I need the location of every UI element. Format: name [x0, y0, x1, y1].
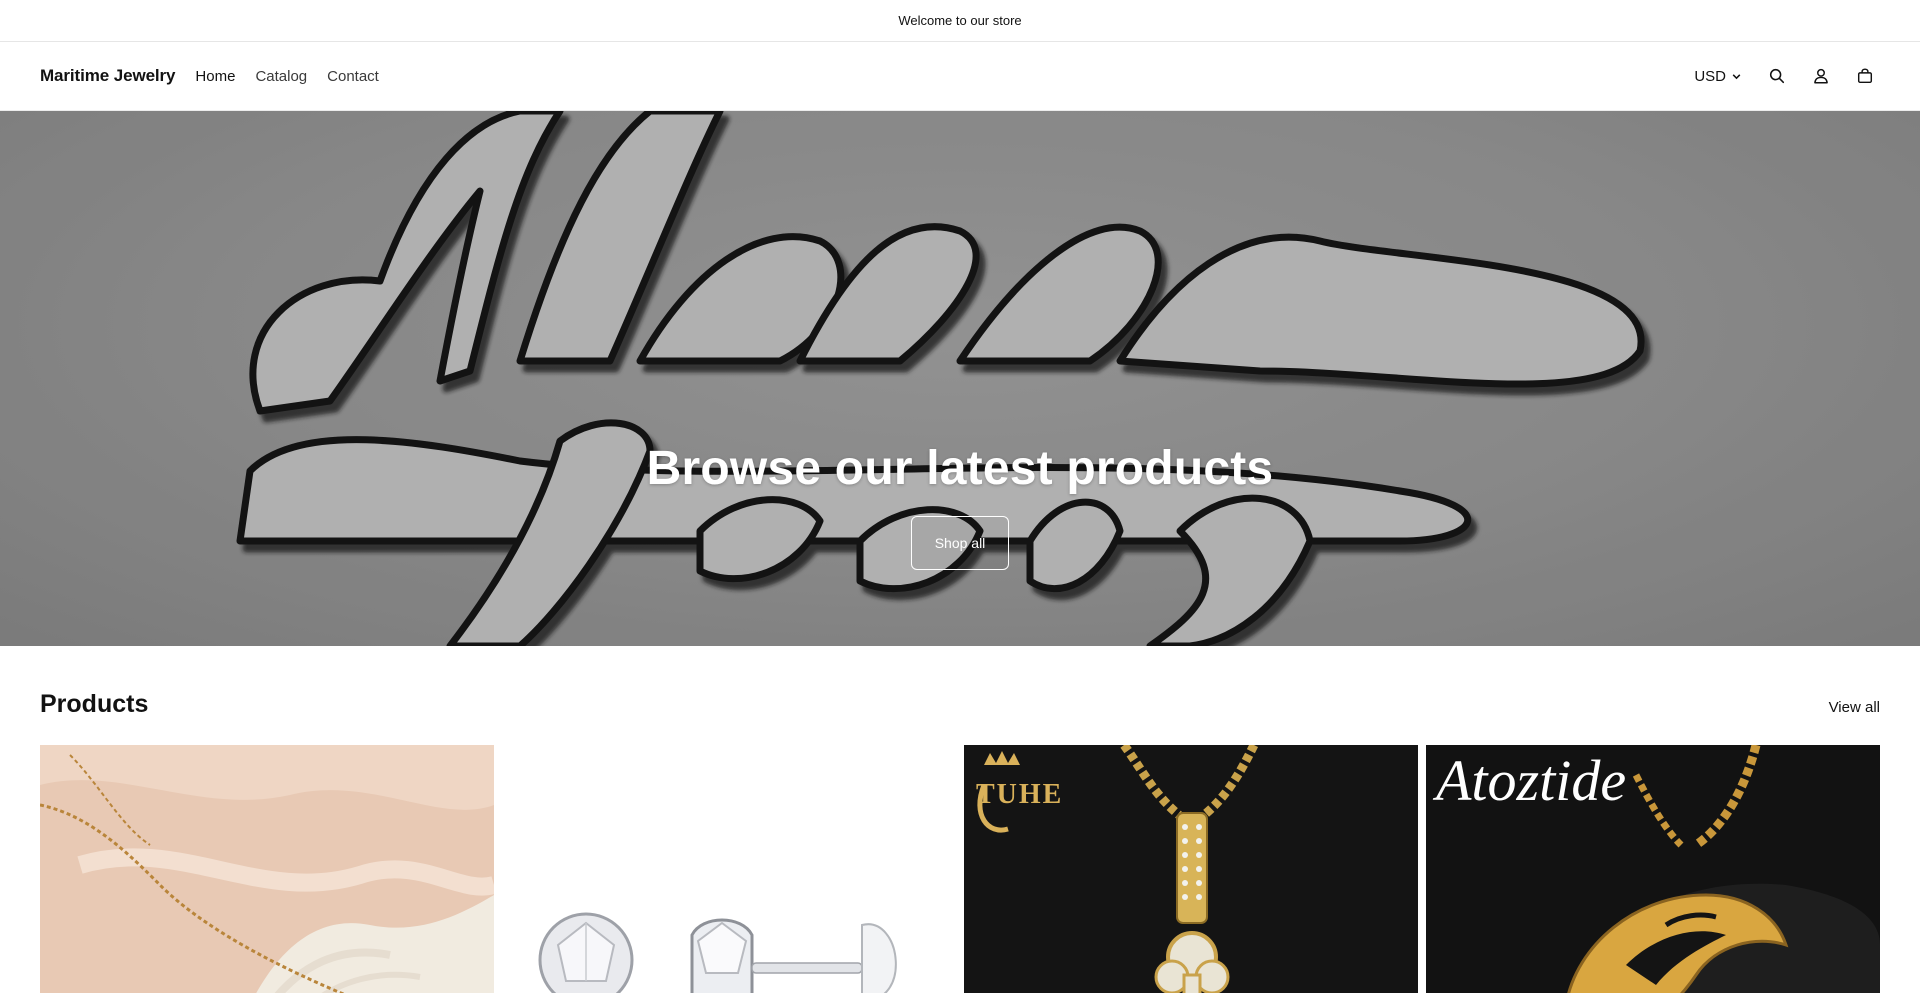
chevron-down-icon — [1732, 73, 1741, 79]
hero-heading: Browse our latest products — [646, 442, 1274, 495]
hero-banner: Browse our latest products Shop all — [0, 111, 1920, 646]
announcement-text: Welcome to our store — [898, 13, 1022, 28]
currency-value: USD — [1694, 67, 1726, 85]
nav-contact[interactable]: Contact — [327, 68, 379, 85]
product-card-stud-earrings[interactable] — [502, 745, 956, 993]
product-card-gold-chain[interactable] — [40, 745, 494, 993]
product-image — [40, 745, 494, 993]
currency-selector[interactable]: USD — [1694, 68, 1742, 85]
hero-content: Browse our latest products Shop all — [0, 441, 1920, 570]
search-button[interactable] — [1762, 61, 1792, 91]
site-header: Maritime Jewelry Home Catalog Contact US… — [0, 42, 1920, 111]
shop-all-button[interactable]: Shop all — [910, 516, 1010, 570]
product-card-cross-pendant[interactable]: TUHE — [964, 745, 1418, 993]
announcement-bar: Welcome to our store — [0, 0, 1920, 42]
header-actions: USD — [1694, 61, 1880, 91]
search-icon — [1769, 68, 1785, 84]
account-button[interactable] — [1806, 61, 1836, 91]
cart-icon — [1857, 68, 1873, 84]
products-section: Products View all TUHE Atoztide — [0, 646, 1920, 993]
nav-home[interactable]: Home — [195, 68, 235, 85]
products-title: Products — [40, 690, 149, 718]
brand-logo-tuhe: TUHE — [976, 779, 1064, 810]
product-image — [502, 745, 956, 993]
view-all-link[interactable]: View all — [1829, 699, 1880, 716]
main-nav: Home Catalog Contact — [195, 68, 378, 85]
nav-catalog[interactable]: Catalog — [255, 68, 307, 85]
account-icon — [1814, 68, 1828, 84]
product-grid: TUHE Atoztide — [40, 745, 1880, 993]
store-logo[interactable]: Maritime Jewelry — [40, 66, 176, 86]
cart-button[interactable] — [1850, 61, 1880, 91]
product-card-dolphin-pendant[interactable]: Atoztide — [1426, 745, 1880, 993]
products-header: Products View all — [40, 690, 1880, 719]
brand-logo-atoztide: Atoztide — [1436, 748, 1627, 813]
